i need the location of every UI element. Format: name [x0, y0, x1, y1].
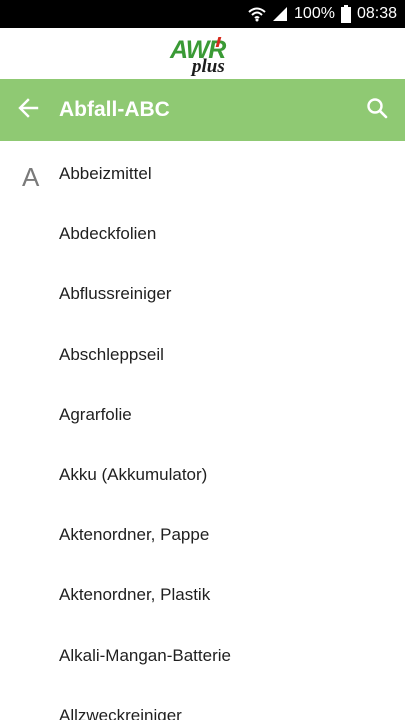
list-item[interactable]: Aktenordner, Pappe: [0, 502, 405, 562]
list-item-label: Agrarfolie: [59, 404, 132, 424]
logo-subtext: plus: [192, 56, 225, 77]
list-item[interactable]: Agrarfolie: [0, 382, 405, 442]
list-item[interactable]: Abdeckfolien: [0, 201, 405, 261]
list-item-label: Aktenordner, Pappe: [59, 525, 210, 545]
list-item[interactable]: Allzweckreiniger: [0, 683, 405, 720]
list-item[interactable]: Abschleppseil: [0, 322, 405, 382]
list-item-label: Abbeizmittel: [59, 164, 152, 183]
list-item[interactable]: Alkali-Mangan-Batterie: [0, 623, 405, 683]
back-button[interactable]: [12, 94, 44, 126]
list-item[interactable]: Aktenordner, Plastik: [0, 562, 405, 622]
abc-list: A Abbeizmittel Abdeckfolien Abflussreini…: [0, 141, 405, 720]
clock: 08:38: [356, 5, 397, 22]
section-letter: A: [22, 162, 40, 192]
list-item-label: Allzweckreiniger: [59, 705, 182, 720]
logo-header: AWR plus: [0, 28, 405, 79]
search-icon: [366, 97, 388, 124]
awr-plus-logo: AWR plus: [170, 36, 240, 80]
battery-percent: 100%: [294, 5, 335, 22]
list-item-label: Aktenordner, Plastik: [59, 585, 211, 605]
list-item[interactable]: A Abbeizmittel: [0, 141, 405, 201]
list-item-label: Abdeckfolien: [59, 224, 157, 244]
search-button[interactable]: [361, 94, 393, 126]
list-item-label: Abflussreiniger: [59, 284, 172, 304]
list-item-label: Akku (Akkumulator): [59, 464, 208, 484]
app-toolbar: Abfall-ABC: [0, 79, 405, 141]
list-item[interactable]: Akku (Akkumulator): [0, 442, 405, 502]
arrow-left-icon: [17, 97, 39, 124]
list-item[interactable]: Abflussreiniger: [0, 261, 405, 321]
status-bar: 100% 08:38: [0, 0, 405, 28]
signal-icon: [272, 6, 288, 22]
wifi-icon: [248, 6, 266, 22]
list-item-label: Alkali-Mangan-Batterie: [59, 645, 231, 665]
battery-icon: [340, 5, 351, 23]
page-title: Abfall-ABC: [59, 98, 170, 121]
list-item-label: Abschleppseil: [59, 344, 164, 364]
